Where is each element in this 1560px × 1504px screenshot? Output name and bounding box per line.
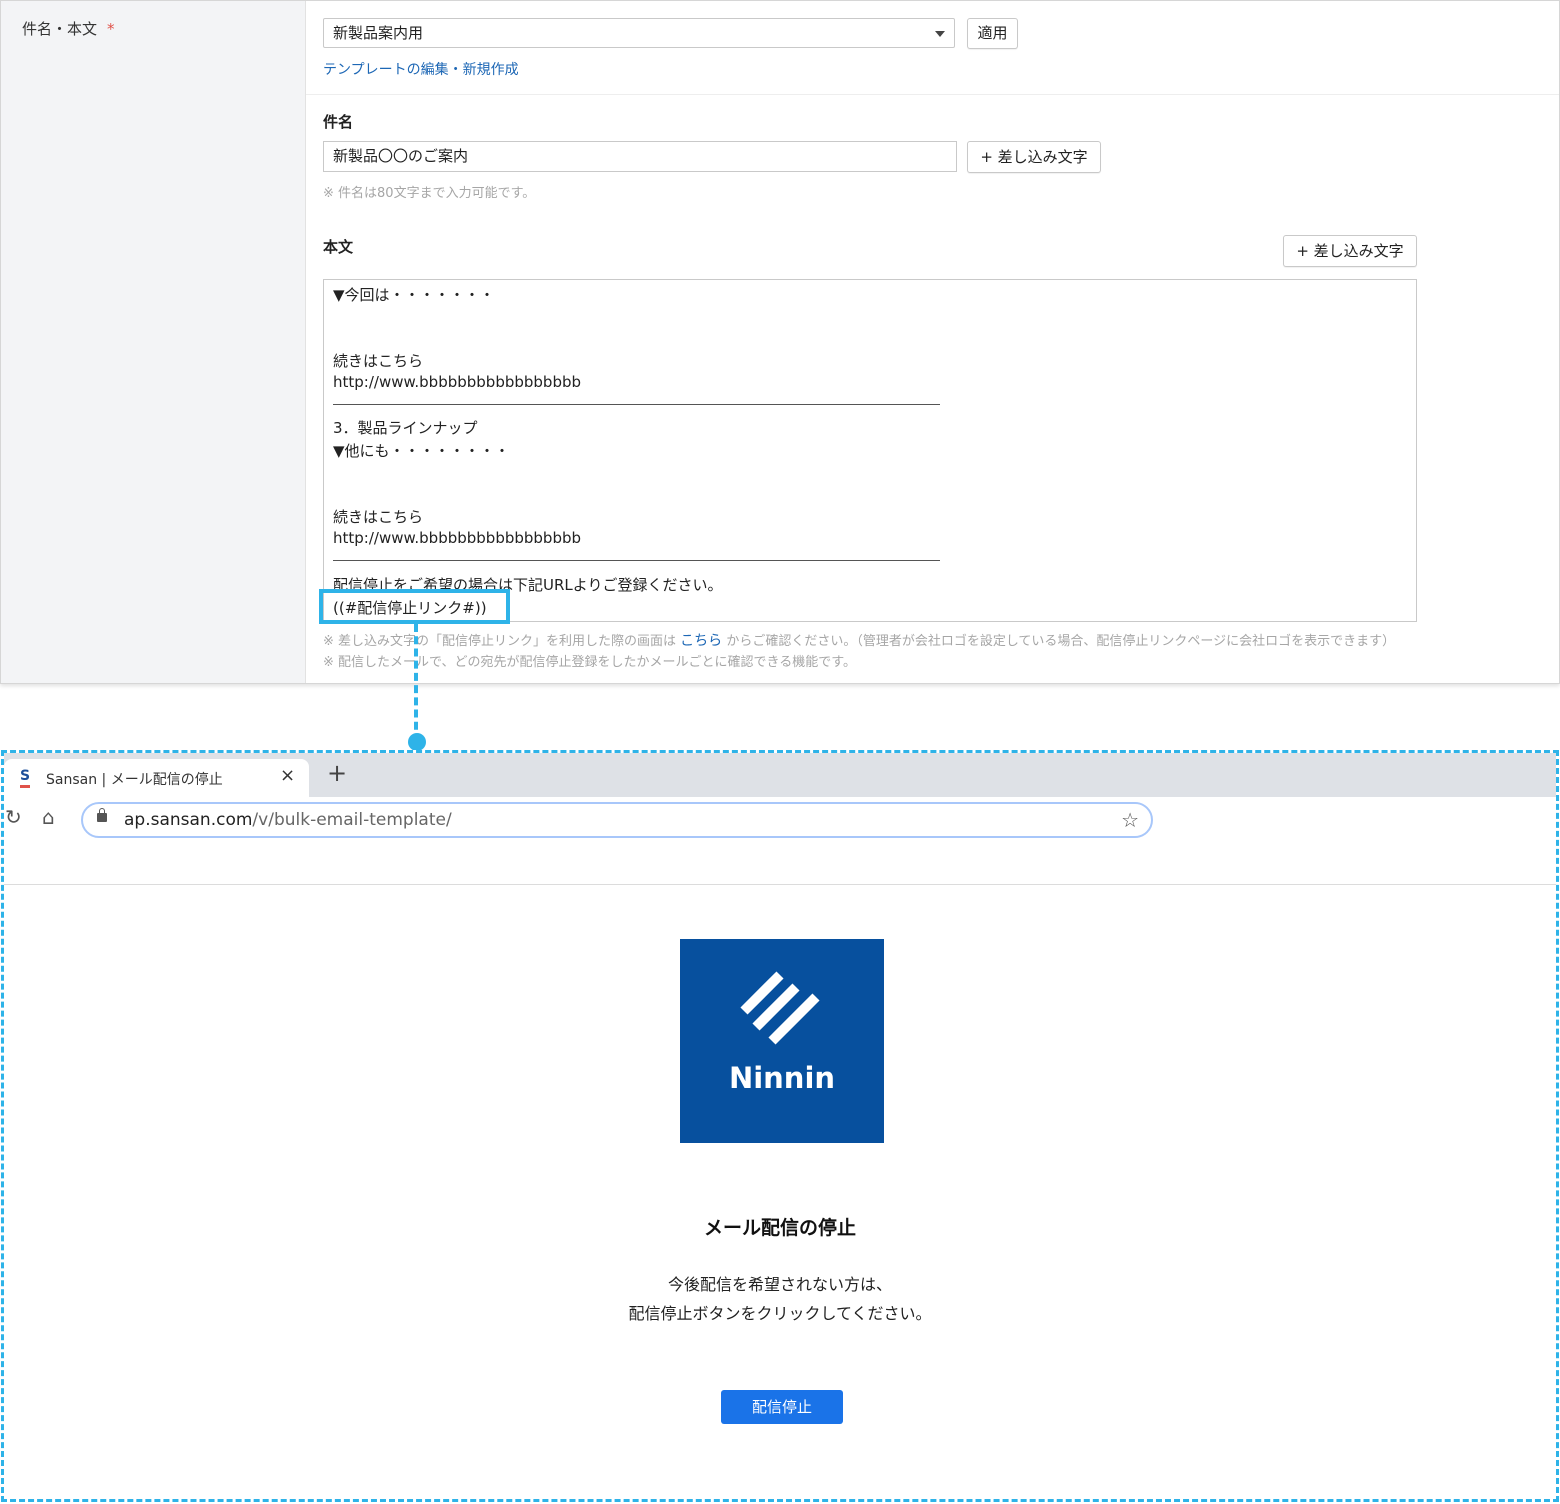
connector-line (414, 624, 418, 742)
subject-input[interactable]: 新製品〇〇のご案内 (323, 141, 957, 172)
template-select-value: 新製品案内用 (333, 24, 424, 42)
body-line: 続きはこちら (333, 508, 424, 526)
home-icon[interactable]: ⌂ (42, 805, 55, 829)
url-path: /v/bulk-email-template/ (252, 810, 452, 830)
description-line: 今後配信を希望されない方は、 (667, 1275, 892, 1294)
apply-button[interactable]: 適用 (967, 18, 1018, 49)
preview-link[interactable]: こちら (680, 633, 722, 649)
tab-title: Sansan | メール配信の停止 (46, 772, 223, 788)
new-tab-icon[interactable]: + (327, 759, 347, 787)
placeholder-highlight (319, 589, 510, 624)
subject-label: 件名 (323, 113, 354, 131)
connector-dot (408, 733, 426, 751)
body-insert-button[interactable]: + 差し込み文字 (1283, 235, 1417, 267)
body-label: 本文 (323, 238, 354, 256)
description-line: 配信停止ボタンをクリックしてください。 (628, 1304, 932, 1323)
lock-icon (97, 808, 107, 822)
required-mark: * (107, 20, 115, 38)
divider (306, 94, 1559, 95)
subject-insert-button[interactable]: + 差し込み文字 (967, 141, 1101, 173)
form-sidebar: 件名・本文 * (1, 1, 306, 683)
unsubscribe-page-note: ※ 差し込み文字の「配信停止リンク」を利用した際の画面は こちら からご確認くだ… (323, 630, 1395, 650)
browser-window: S Sansan | メール配信の停止 × + ↻ ⌂ ap.sansan.co… (1, 750, 1559, 1502)
body-line: 3．製品ラインナップ (333, 419, 478, 437)
body-rule (333, 404, 940, 405)
tab-bar: S Sansan | メール配信の停止 × + (4, 753, 1556, 797)
sansan-favicon-icon: S (20, 768, 31, 788)
note-text: からご確認ください。（管理者が会社ロゴを設定している場合、配信停止リンクページに… (726, 634, 1396, 649)
caret-down-icon (935, 31, 945, 37)
reload-icon[interactable]: ↻ (5, 805, 22, 829)
body-line: 続きはこちら (333, 352, 424, 370)
template-select[interactable]: 新製品案内用 (323, 18, 955, 48)
bookmark-star-icon[interactable]: ☆ (1121, 808, 1139, 832)
company-logo: Ninnin (680, 939, 884, 1143)
url-text: ap.sansan.com/v/bulk-email-template/ (124, 810, 452, 830)
email-form-panel: 件名・本文 * 新製品案内用 適用 テンプレートの編集・新規作成 件名 新製品〇〇… (0, 0, 1560, 684)
close-icon[interactable]: × (280, 765, 295, 786)
template-edit-link[interactable]: テンプレートの編集・新規作成 (323, 59, 519, 79)
logo-text: Ninnin (728, 1061, 836, 1095)
unsubscribe-title: メール配信の停止 (703, 1217, 856, 1239)
body-rule (333, 560, 940, 561)
browser-tab[interactable]: S Sansan | メール配信の停止 × (4, 759, 309, 797)
logo-stripes-icon (740, 971, 820, 1045)
unsubscribe-button[interactable]: 配信停止 (721, 1390, 843, 1424)
tracking-note: ※ 配信したメールで、どの宛先が配信停止登録をしたかメールごとに確認できる機能で… (323, 655, 856, 670)
unsubscribe-description: 今後配信を希望されない方は、 配信停止ボタンをクリックしてください。 (4, 1270, 1556, 1328)
body-line: http://www.bbbbbbbbbbbbbbbbb (333, 373, 582, 391)
section-label-text: 件名・本文 (22, 20, 98, 38)
address-bar[interactable]: ap.sansan.com/v/bulk-email-template/ ☆ (81, 802, 1153, 838)
browser-toolbar: ↻ ⌂ ap.sansan.com/v/bulk-email-template/… (4, 797, 1556, 845)
subject-note: ※ 件名は80文字まで入力可能です。 (323, 186, 536, 201)
url-host: ap.sansan.com (124, 810, 253, 830)
body-textarea[interactable]: ▼今回は・・・・・・・ 続きはこちら http://www.bbbbbbbbbb… (323, 279, 1417, 622)
section-label: 件名・本文 * (22, 18, 115, 39)
body-line: http://www.bbbbbbbbbbbbbbbbb (333, 529, 582, 547)
body-line: ▼他にも・・・・・・・・ (333, 442, 510, 460)
body-line: ▼今回は・・・・・・・ (333, 286, 495, 304)
note-text: ※ 差し込み文字の「配信停止リンク」を利用した際の画面は (323, 634, 677, 649)
page-divider (4, 884, 1556, 885)
